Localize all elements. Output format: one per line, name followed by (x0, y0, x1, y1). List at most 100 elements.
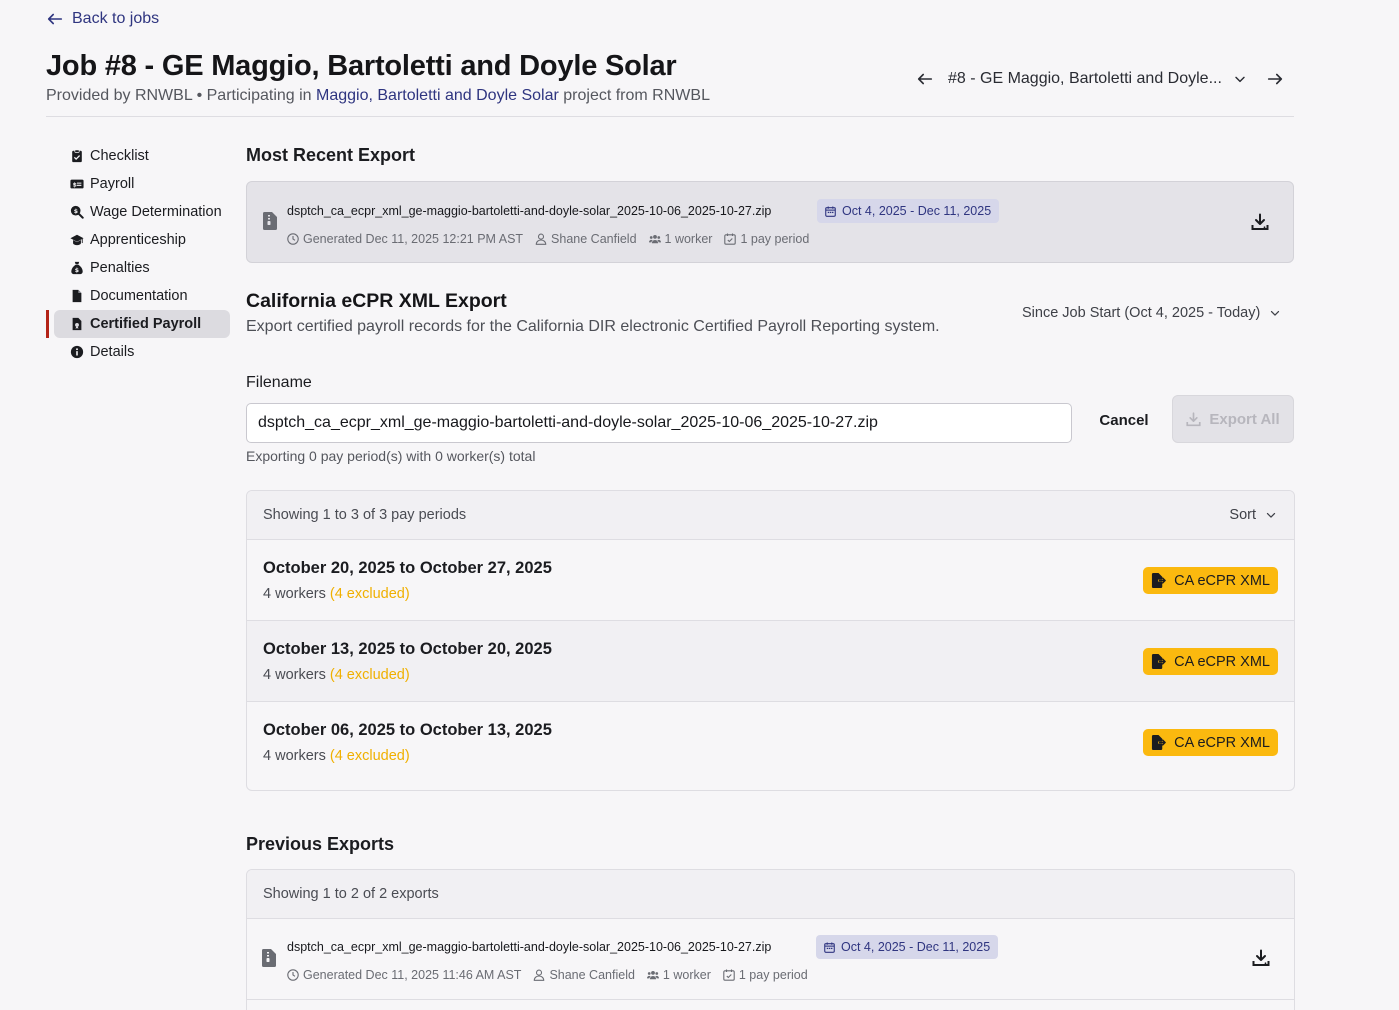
arrow-right-icon (1267, 73, 1283, 85)
info-circle-icon (70, 345, 84, 359)
cancel-button[interactable]: Cancel (1090, 404, 1158, 436)
sidebar-item-label: Payroll (90, 176, 135, 192)
chevron-down-icon (1266, 512, 1276, 518)
sidebar-item-documentation[interactable]: Documentation (54, 282, 230, 310)
money-bill-icon: $ (70, 179, 84, 189)
export-periods-label: 1 pay period (738, 968, 808, 982)
pay-period-worker-count: 4 workers (263, 748, 326, 764)
pay-period-workers: 4 workers (4 excluded) (263, 667, 410, 683)
svg-text:$: $ (74, 208, 78, 215)
pay-period-workers: 4 workers (4 excluded) (263, 748, 410, 764)
chevron-down-icon (1235, 76, 1245, 83)
user-icon (534, 969, 545, 981)
file-export-icon (1152, 735, 1166, 750)
export-meta: Generated Dec 11, 2025 11:46 AM AST Shan… (287, 968, 808, 982)
project-suffix-text: project from RNWBL (563, 87, 710, 104)
users-icon (648, 234, 661, 244)
money-bag-icon: $ (71, 261, 83, 275)
users-icon (646, 970, 659, 980)
pay-period-excluded: (4 excluded) (329, 748, 410, 764)
search-dollar-icon: $ (70, 205, 84, 219)
ca-ecpr-xml-label: CA eCPR XML (1174, 734, 1270, 751)
sidebar-item-label: Checklist (90, 148, 149, 164)
download-export-button[interactable] (1251, 213, 1271, 233)
export-periods-label: 1 pay period (740, 232, 810, 246)
pay-period-workers: 4 workers (4 excluded) (263, 586, 410, 602)
pay-periods-panel: Showing 1 to 3 of 3 pay periods Sort Oct… (246, 490, 1295, 791)
clock-icon (287, 969, 299, 981)
calendar-check-icon (723, 969, 735, 981)
pay-period-row: October 13, 2025 to October 20, 2025 4 w… (247, 621, 1294, 702)
project-link[interactable]: Maggio, Bartoletti and Doyle Solar (316, 87, 559, 104)
clock-icon (287, 233, 299, 245)
ca-ecpr-xml-button[interactable]: CA eCPR XML (1143, 729, 1278, 756)
date-range-select[interactable]: Since Job Start (Oct 4, 2025 - Today) (1022, 305, 1282, 321)
pay-period-excluded: (4 excluded) (329, 586, 410, 602)
sidebar-item-penalties[interactable]: $ Penalties (54, 254, 230, 282)
filename-input[interactable] (246, 403, 1072, 443)
download-icon (1186, 411, 1201, 426)
user-icon (535, 233, 547, 245)
sidebar-nav: Checklist $ Payroll $ Wage Determination… (46, 142, 230, 366)
export-file-name: dsptch_ca_ecpr_xml_ge-maggio-bartoletti-… (287, 940, 772, 954)
export-user: Shane Canfield (535, 232, 637, 246)
pay-period-excluded: (4 excluded) (329, 667, 410, 683)
ecpr-export-title: California eCPR XML Export (246, 290, 507, 312)
export-user-label: Shane Canfield (549, 968, 635, 982)
export-date-range-badge: Oct 4, 2025 - Dec 11, 2025 (816, 935, 999, 959)
export-date-range-label: Oct 4, 2025 - Dec 11, 2025 (842, 204, 992, 218)
job-select-value: #8 - GE Maggio, Bartoletti and Doyle... (948, 70, 1222, 87)
svg-text:$: $ (73, 182, 77, 189)
export-file-name: dsptch_ca_ecpr_xml_ge-maggio-bartoletti-… (287, 204, 772, 218)
calendar-icon (824, 941, 835, 953)
export-user-label: Shane Canfield (551, 232, 637, 246)
sidebar-item-payroll[interactable]: $ Payroll (54, 170, 230, 198)
download-export-button[interactable] (1252, 949, 1272, 969)
previous-export-row: dsptch_ca_ecpr_xml_ge-maggio-bartoletti-… (247, 919, 1294, 1000)
sidebar-item-certified-payroll[interactable]: Certified Payroll (46, 310, 230, 338)
export-meta: Generated Dec 11, 2025 12:21 PM AST Shan… (287, 232, 809, 246)
sidebar-item-checklist[interactable]: Checklist (54, 142, 230, 170)
ca-ecpr-xml-button[interactable]: CA eCPR XML (1143, 648, 1278, 675)
sidebar-item-label: Details (90, 344, 135, 360)
back-to-jobs-link[interactable]: Back to jobs (46, 10, 159, 28)
arrow-left-icon (917, 73, 933, 85)
download-icon (1251, 213, 1269, 230)
export-workers: 1 worker (648, 232, 713, 246)
next-job-button[interactable] (1264, 68, 1286, 90)
export-all-button[interactable]: Export All (1172, 395, 1294, 443)
page-title: Job #8 - GE Maggio, Bartoletti and Doyle… (46, 50, 677, 82)
sidebar-item-label: Documentation (90, 288, 188, 304)
sidebar-item-wage-determination[interactable]: $ Wage Determination (54, 198, 230, 226)
previous-exports-panel: Showing 1 to 2 of 2 exports dsptch_ca_ec… (246, 869, 1295, 1010)
sort-label: Sort (1229, 507, 1256, 523)
previous-exports-header: Showing 1 to 2 of 2 exports (247, 870, 1294, 919)
sidebar-item-apprenticeship[interactable]: Apprenticeship (54, 226, 230, 254)
date-range-select-value: Since Job Start (Oct 4, 2025 - Today) (1022, 305, 1261, 321)
export-generated: Generated Dec 11, 2025 12:21 PM AST (287, 232, 523, 246)
export-generated-label: Generated Dec 11, 2025 12:21 PM AST (303, 232, 524, 246)
pay-period-worker-count: 4 workers (263, 586, 326, 602)
export-workers: 1 worker (646, 968, 711, 982)
pay-period-row: October 06, 2025 to October 13, 2025 4 w… (247, 702, 1294, 790)
export-all-label: Export All (1209, 410, 1280, 428)
ca-ecpr-xml-label: CA eCPR XML (1174, 653, 1270, 670)
arrow-left-icon (47, 13, 63, 25)
export-date-range-label: Oct 4, 2025 - Dec 11, 2025 (841, 940, 991, 954)
previous-exports-title: Previous Exports (246, 834, 395, 854)
svg-text:$: $ (75, 267, 79, 274)
export-workers-label: 1 worker (664, 232, 713, 246)
sidebar-item-details[interactable]: Details (54, 338, 230, 366)
file-icon (72, 289, 82, 303)
clipboard-check-icon (72, 149, 82, 163)
previous-job-button[interactable] (914, 68, 936, 90)
pay-period-title: October 13, 2025 to October 20, 2025 (263, 640, 552, 658)
sort-dropdown[interactable]: Sort (1229, 507, 1278, 523)
most-recent-export-title: Most Recent Export (246, 145, 416, 165)
sidebar-item-label: Penalties (90, 260, 150, 276)
pay-period-row: October 20, 2025 to October 27, 2025 4 w… (247, 540, 1294, 621)
ca-ecpr-xml-button[interactable]: CA eCPR XML (1143, 567, 1278, 594)
file-zip-icon (263, 212, 277, 230)
download-icon (1252, 949, 1270, 966)
job-select-dropdown[interactable]: #8 - GE Maggio, Bartoletti and Doyle... (948, 70, 1248, 88)
